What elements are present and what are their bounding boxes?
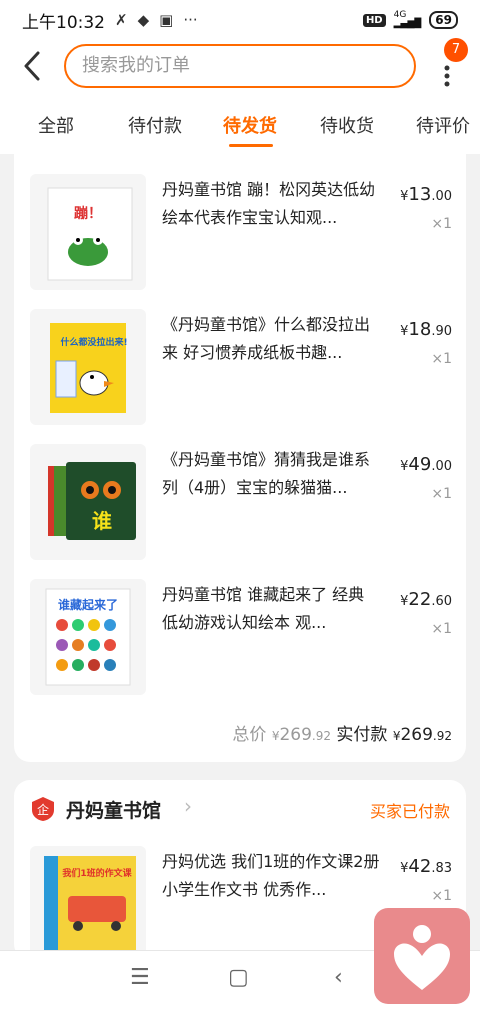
mute-icon: ✗ <box>115 11 128 29</box>
chevron-right-icon[interactable]: › <box>184 794 192 818</box>
app-icon: ▣ <box>159 11 174 29</box>
shop-icon: 企 <box>32 797 54 821</box>
product-quantity: ×1 <box>431 621 452 637</box>
battery-icon: 69 <box>429 11 458 29</box>
product-image: 我们1班的作文课 <box>30 846 146 962</box>
more-notifications-icon: ··· <box>183 11 198 29</box>
status-time: 上午10:32 <box>22 12 105 33</box>
order-item[interactable]: 谁藏起来了 丹妈童书馆 谁藏起来了 经典低幼游戏认知绘本 观... ¥22.60… <box>14 579 466 697</box>
svg-text:谁: 谁 <box>92 509 112 533</box>
product-quantity: ×1 <box>431 351 452 367</box>
order-status: 买家已付款 <box>369 802 450 821</box>
chat-icon: ◆ <box>137 11 150 29</box>
order-item[interactable]: 谁 《丹妈童书馆》猜猜我是谁系列（4册）宝宝的躲猫猫... ¥49.00 ×1 <box>14 444 466 562</box>
order-item[interactable]: 什么都没拉出来! 《丹妈童书馆》什么都没拉出来 好习惯养成纸板书趣... ¥18… <box>14 309 466 427</box>
product-image: 谁 <box>30 444 146 560</box>
svg-text:谁藏起来了: 谁藏起来了 <box>58 597 118 612</box>
product-title[interactable]: 丹妈优选 我们1班的作文课2册 小学生作文书 优秀作... <box>162 848 380 904</box>
menu-icon[interactable]: ☰ <box>130 965 150 990</box>
status-bar: 上午10:32 ✗ ◆ ▣ ··· HD 4G ▂▄▆█ 69 <box>0 0 480 40</box>
hd-icon: HD <box>362 13 386 27</box>
chevron-left-icon <box>24 51 40 81</box>
total-price: 总价 ¥269.92 <box>232 725 331 745</box>
product-price: ¥18.90 <box>400 319 452 340</box>
header: 搜索我的订单 7 <box>0 38 480 96</box>
product-price: ¥42.83 <box>400 856 452 877</box>
back-button[interactable] <box>16 50 48 86</box>
signal-icon: 4G ▂▄▆█ <box>393 10 422 29</box>
order-totals: 总价 ¥269.92 实付款 ¥269.92 <box>232 720 452 745</box>
product-image: 什么都没拉出来! <box>30 309 146 425</box>
product-title[interactable]: 《丹妈童书馆》什么都没拉出来 好习惯养成纸板书趣... <box>162 311 380 367</box>
product-price: ¥13.00 <box>400 184 452 205</box>
status-right: HD 4G ▂▄▆█ 69 <box>362 10 458 29</box>
heart-person-icon <box>394 925 450 990</box>
floating-app-button[interactable] <box>374 908 470 1004</box>
product-title[interactable]: 丹妈童书馆 蹦！松冈英达低幼绘本代表作宝宝认知观... <box>162 176 380 232</box>
svg-text:蹦！: 蹦！ <box>74 205 102 222</box>
order-card[interactable]: 蹦！ 丹妈童书馆 蹦！松冈英达低幼绘本代表作宝宝认知观... ¥13.00 ×1… <box>14 154 466 762</box>
product-price: ¥22.60 <box>400 589 452 610</box>
shop-name[interactable]: 丹妈童书馆 <box>66 796 161 823</box>
product-image: 蹦！ <box>30 174 146 290</box>
product-image: 谁藏起来了 <box>30 579 146 695</box>
svg-text:什么都没拉出来!: 什么都没拉出来! <box>60 336 127 348</box>
svg-text:我们1班的作文课: 我们1班的作文课 <box>62 867 132 879</box>
tab-pending-payment[interactable]: 待付款 <box>128 112 182 138</box>
status-icons: ✗ ◆ ▣ ··· <box>115 11 198 29</box>
order-tabs: 全部 待付款 待发货 待收货 待评价 <box>0 96 480 154</box>
tab-pending-receipt[interactable]: 待收货 <box>320 112 374 138</box>
order-item[interactable]: 蹦！ 丹妈童书馆 蹦！松冈英达低幼绘本代表作宝宝认知观... ¥13.00 ×1 <box>14 174 466 292</box>
back-nav-icon[interactable]: ‹ <box>334 965 343 990</box>
notification-badge: 7 <box>444 38 468 62</box>
svg-text:企: 企 <box>37 802 49 817</box>
more-vertical-icon <box>444 65 450 87</box>
home-icon[interactable]: ▢ <box>228 965 249 990</box>
search-input[interactable]: 搜索我的订单 <box>64 44 416 88</box>
product-quantity: ×1 <box>431 888 452 904</box>
active-tab-indicator <box>229 144 273 147</box>
product-title[interactable]: 丹妈童书馆 谁藏起来了 经典低幼游戏认知绘本 观... <box>162 581 380 637</box>
product-price: ¥49.00 <box>400 454 452 475</box>
tab-all[interactable]: 全部 <box>38 112 74 138</box>
product-title[interactable]: 《丹妈童书馆》猜猜我是谁系列（4册）宝宝的躲猫猫... <box>162 446 380 502</box>
product-quantity: ×1 <box>431 486 452 502</box>
paid-amount: 实付款 ¥269.92 <box>336 725 452 745</box>
tab-pending-shipment[interactable]: 待发货 <box>223 112 277 138</box>
product-quantity: ×1 <box>431 216 452 232</box>
tab-pending-review[interactable]: 待评价 <box>416 112 470 138</box>
